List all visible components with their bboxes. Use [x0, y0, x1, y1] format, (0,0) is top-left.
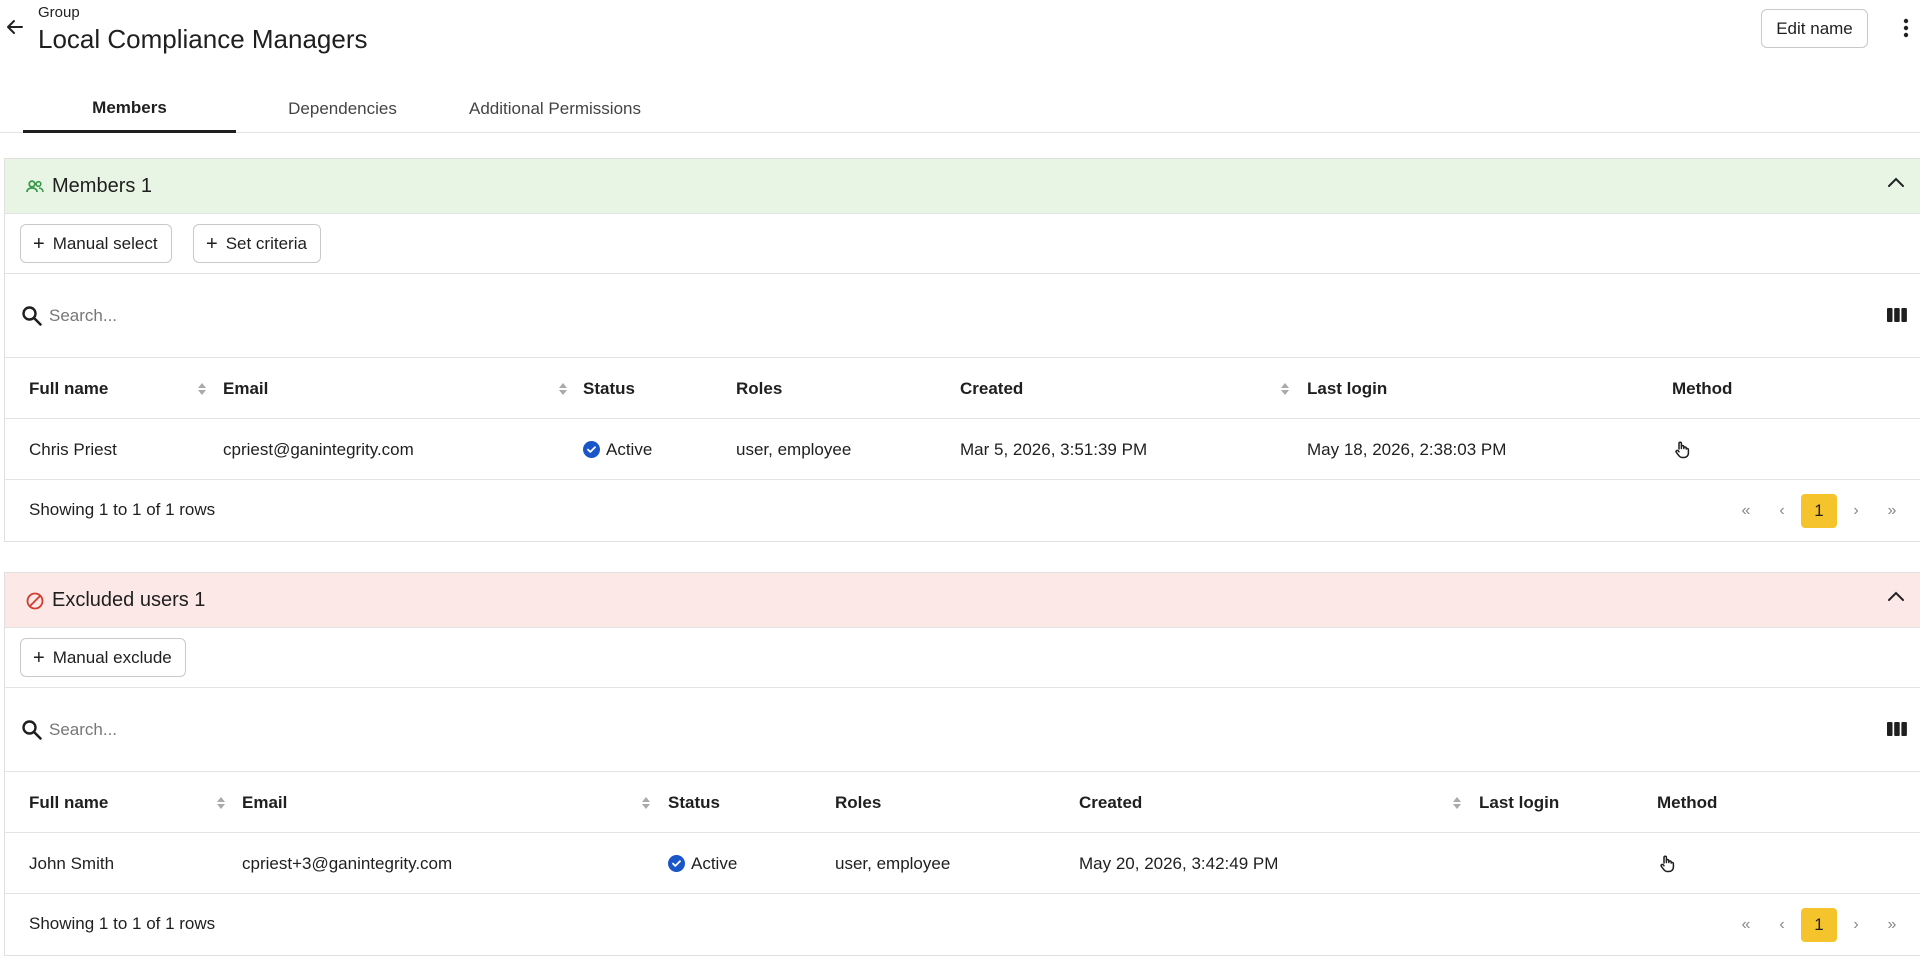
- col-method: Method: [1657, 792, 1718, 812]
- cell-method: [1657, 833, 1677, 894]
- cell-email: cpriest+3@ganintegrity.com: [242, 853, 453, 873]
- manual-exclude-label: Manual exclude: [52, 647, 172, 667]
- col-created[interactable]: Created: [1079, 772, 1142, 833]
- cell-last-login: May 18, 2026, 2:38:03 PM: [1307, 439, 1507, 459]
- row-count-text: Showing 1 to 1 of 1 rows: [29, 500, 216, 519]
- check-circle-icon: [668, 855, 685, 872]
- col-roles: Roles: [835, 792, 882, 812]
- first-page-icon[interactable]: «: [1728, 908, 1764, 942]
- col-status: Status: [668, 792, 720, 812]
- chevron-up-icon[interactable]: [1884, 585, 1908, 609]
- col-status: Status: [583, 378, 635, 398]
- members-section-title: Members 1: [52, 175, 153, 197]
- cell-roles: user, employee: [736, 439, 852, 459]
- search-icon: [22, 306, 42, 326]
- first-page-icon[interactable]: «: [1728, 494, 1764, 528]
- last-page-icon[interactable]: »: [1874, 494, 1910, 528]
- sort-icon[interactable]: [641, 796, 651, 810]
- plus-icon: +: [206, 232, 218, 255]
- tab-dependencies[interactable]: Dependencies: [270, 86, 415, 132]
- chevron-up-icon[interactable]: [1884, 171, 1908, 195]
- group-label: Group: [38, 4, 80, 21]
- excluded-section-title: Excluded users 1: [52, 589, 206, 611]
- col-roles: Roles: [736, 378, 783, 398]
- col-email[interactable]: Email: [223, 358, 268, 419]
- pagination: « ‹ 1 › »: [1728, 908, 1910, 942]
- columns-icon[interactable]: [1886, 720, 1908, 738]
- col-created[interactable]: Created: [960, 358, 1023, 419]
- members-search-row: [5, 274, 1920, 358]
- col-full-name[interactable]: Full name: [29, 772, 108, 833]
- plus-icon: +: [33, 232, 45, 255]
- sort-icon[interactable]: [216, 796, 226, 810]
- col-method: Method: [1672, 378, 1733, 398]
- row-count-text: Showing 1 to 1 of 1 rows: [29, 914, 216, 933]
- set-criteria-button[interactable]: + Set criteria: [193, 224, 321, 263]
- members-section-header[interactable]: Members 1: [5, 159, 1920, 214]
- excluded-table-footer: Showing 1 to 1 of 1 rows « ‹ 1 › »: [5, 895, 1920, 955]
- cell-created: Mar 5, 2026, 3:51:39 PM: [960, 439, 1148, 459]
- cell-full-name: Chris Priest: [29, 439, 117, 459]
- table-row[interactable]: John Smith cpriest+3@ganintegrity.com Ac…: [5, 833, 1920, 894]
- prev-page-icon[interactable]: ‹: [1764, 908, 1800, 942]
- cell-status: Active: [668, 833, 737, 894]
- cell-email: cpriest@ganintegrity.com: [223, 439, 414, 459]
- hand-pointer-icon: [1660, 855, 1675, 872]
- col-last-login: Last login: [1307, 378, 1388, 398]
- manual-select-button[interactable]: + Manual select: [20, 224, 172, 263]
- manual-select-label: Manual select: [52, 233, 158, 253]
- cell-status: Active: [583, 419, 652, 480]
- excluded-search-input[interactable]: [49, 716, 649, 744]
- status-label: Active: [691, 853, 738, 873]
- page-number-button[interactable]: 1: [1801, 908, 1837, 942]
- plus-icon: +: [33, 646, 45, 669]
- members-section: Members 1 + Manual select + Set criteria…: [4, 158, 1920, 542]
- sort-icon[interactable]: [558, 382, 568, 396]
- last-page-icon[interactable]: »: [1874, 908, 1910, 942]
- manual-exclude-button[interactable]: + Manual exclude: [20, 638, 186, 677]
- col-email[interactable]: Email: [242, 772, 287, 833]
- excluded-search-row: [5, 688, 1920, 772]
- columns-icon[interactable]: [1886, 306, 1908, 324]
- people-icon: [26, 180, 44, 193]
- page-title: Local Compliance Managers: [38, 24, 368, 54]
- tab-members[interactable]: Members: [23, 86, 236, 133]
- next-page-icon[interactable]: ›: [1838, 494, 1874, 528]
- back-arrow-icon[interactable]: [4, 16, 26, 38]
- excluded-table-header: Full name Email Status Roles Created Las…: [5, 772, 1920, 833]
- cell-full-name: John Smith: [29, 853, 115, 873]
- hand-pointer-icon: [1675, 441, 1690, 458]
- block-icon: [26, 592, 44, 610]
- pagination: « ‹ 1 › »: [1728, 494, 1910, 528]
- cell-created: May 20, 2026, 3:42:49 PM: [1079, 853, 1279, 873]
- search-icon: [22, 720, 42, 740]
- excluded-section-header[interactable]: Excluded users 1: [5, 573, 1920, 628]
- edit-name-button[interactable]: Edit name: [1761, 9, 1868, 48]
- col-full-name[interactable]: Full name: [29, 358, 108, 419]
- cell-roles: user, employee: [835, 853, 951, 873]
- members-table-footer: Showing 1 to 1 of 1 rows « ‹ 1 › »: [5, 481, 1920, 541]
- tab-additional-permissions[interactable]: Additional Permissions: [455, 86, 655, 132]
- excluded-section: Excluded users 1 + Manual exclude Full n…: [4, 572, 1920, 956]
- sort-icon[interactable]: [1452, 796, 1462, 810]
- members-search-input[interactable]: [49, 302, 649, 330]
- next-page-icon[interactable]: ›: [1838, 908, 1874, 942]
- sort-icon[interactable]: [1280, 382, 1290, 396]
- page-number-button[interactable]: 1: [1801, 494, 1837, 528]
- prev-page-icon[interactable]: ‹: [1764, 494, 1800, 528]
- more-options-icon[interactable]: [1896, 16, 1916, 40]
- excluded-actions: + Manual exclude: [5, 628, 1920, 688]
- set-criteria-label: Set criteria: [225, 233, 307, 253]
- page-header: Group Local Compliance Managers Edit nam…: [0, 0, 1920, 70]
- members-actions: + Manual select + Set criteria: [5, 214, 1920, 274]
- sort-icon[interactable]: [197, 382, 207, 396]
- cell-method: [1672, 419, 1692, 480]
- status-label: Active: [606, 439, 653, 459]
- check-circle-icon: [583, 441, 600, 458]
- members-table-header: Full name Email Status Roles Created Las…: [5, 358, 1920, 419]
- col-last-login: Last login: [1479, 792, 1560, 812]
- table-row[interactable]: Chris Priest cpriest@ganintegrity.com Ac…: [5, 419, 1920, 480]
- tab-bar: Members Dependencies Additional Permissi…: [0, 86, 1920, 133]
